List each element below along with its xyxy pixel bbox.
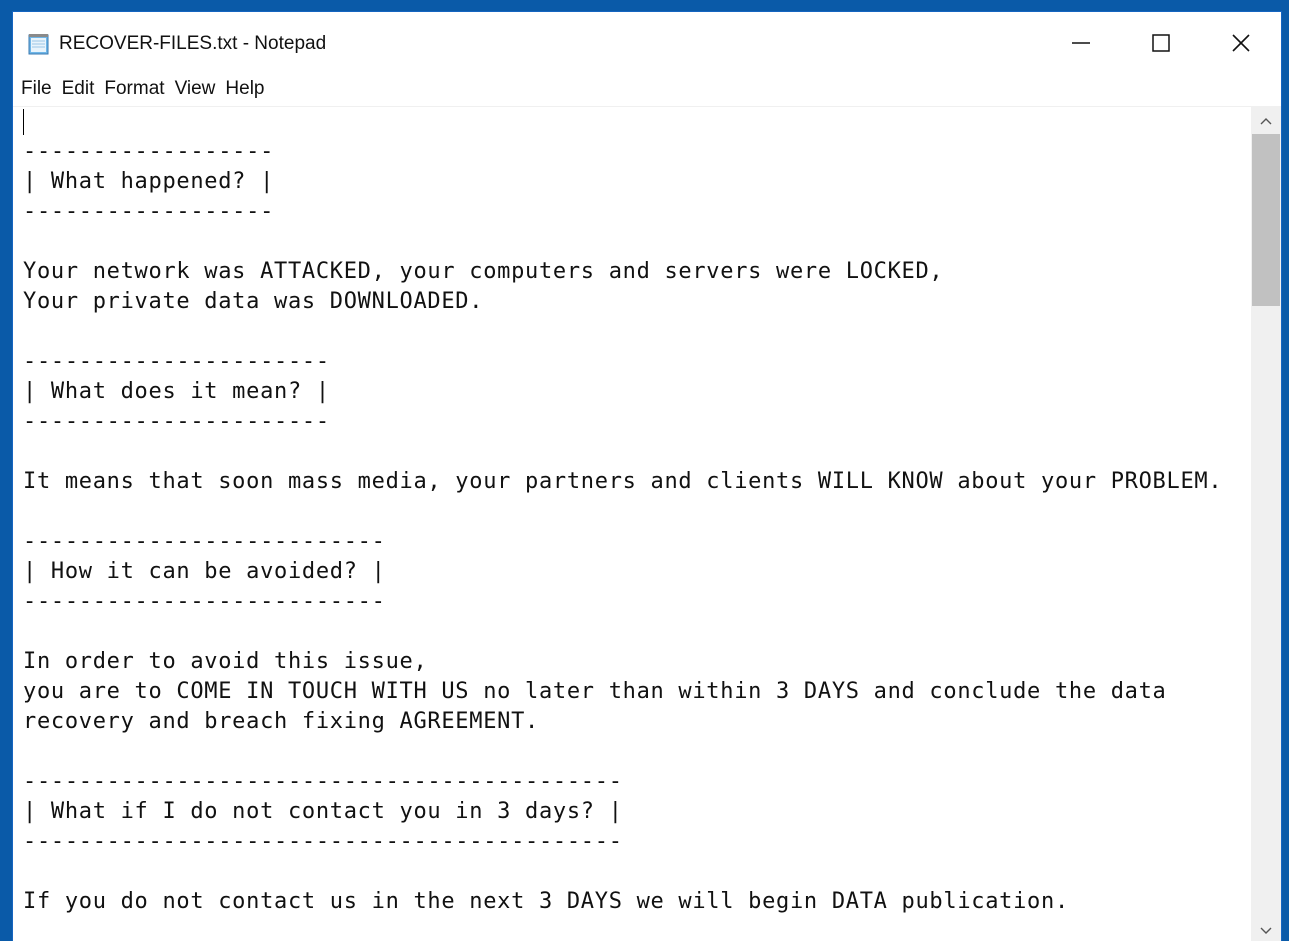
text-line: ------------------ [23, 139, 275, 164]
window-title: RECOVER-FILES.txt - Notepad [59, 33, 327, 54]
text-line: recovery and breach fixing AGREEMENT. [23, 709, 539, 734]
menu-file[interactable]: File [21, 76, 52, 102]
title-bar[interactable]: RECOVER-FILES.txt - Notepad [13, 12, 1281, 68]
scroll-down-button[interactable] [1251, 916, 1281, 941]
text-line: ----------------------------------------… [23, 769, 623, 794]
text-line: Your network was ATTACKED, your computer… [23, 259, 944, 284]
vertical-scrollbar[interactable] [1251, 106, 1281, 941]
menu-help[interactable]: Help [225, 76, 264, 102]
notepad-window: RECOVER-FILES.txt - Notepad File Edit Fo… [12, 11, 1282, 941]
text-line: | What does it mean? | [23, 379, 330, 404]
text-caret [23, 109, 24, 135]
maximize-icon [1151, 33, 1171, 57]
close-button[interactable] [1211, 24, 1271, 66]
maximize-button[interactable] [1131, 24, 1191, 66]
close-icon [1231, 33, 1251, 57]
text-line: -------------------------- [23, 589, 386, 614]
text-line: It means that soon mass media, your part… [23, 469, 1223, 494]
text-editor-area[interactable]: ------------------ | What happened? | ----… [13, 106, 1253, 941]
scroll-thumb[interactable] [1252, 134, 1280, 306]
text-line: you are to COME IN TOUCH WITH US no late… [23, 679, 1167, 704]
text-line: | How it can be avoided? | [23, 559, 386, 584]
scroll-up-button[interactable] [1251, 106, 1281, 132]
menu-format[interactable]: Format [104, 76, 164, 102]
menu-bar: File Edit Format View Help [13, 72, 1281, 106]
text-line: ------------------ [23, 199, 275, 224]
notepad-icon [27, 32, 51, 56]
minimize-icon [1071, 33, 1091, 57]
text-line: ---------------------- [23, 349, 330, 374]
text-line: -------------------------- [23, 529, 386, 554]
text-line: | What happened? | [23, 169, 275, 194]
minimize-button[interactable] [1051, 24, 1111, 66]
text-line: In order to avoid this issue, [23, 649, 428, 674]
text-line: ---------------------- [23, 409, 330, 434]
menu-edit[interactable]: Edit [62, 76, 95, 102]
chevron-up-icon [1260, 110, 1272, 129]
menu-view[interactable]: View [175, 76, 216, 102]
text-line: | What if I do not contact you in 3 days… [23, 799, 623, 824]
text-line: Your private data was DOWNLOADED. [23, 289, 484, 314]
text-line: ----------------------------------------… [23, 829, 623, 854]
chevron-down-icon [1260, 920, 1272, 939]
text-line: If you do not contact us in the next 3 D… [23, 889, 1069, 914]
